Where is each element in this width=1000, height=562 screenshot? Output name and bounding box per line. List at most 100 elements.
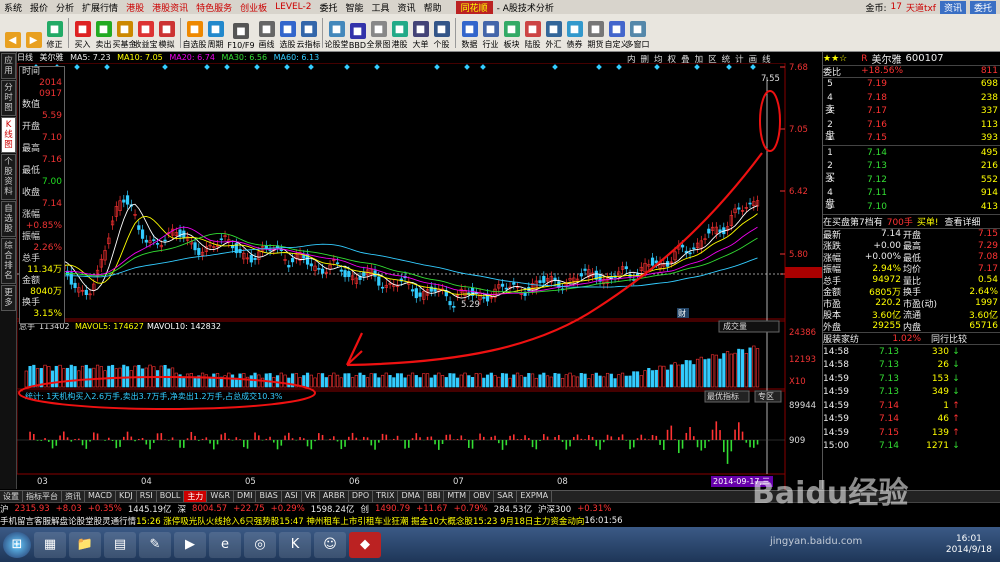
toolbar-button[interactable]: ■ 模拟	[156, 15, 177, 51]
chart-tool-tab[interactable]: 均	[654, 53, 663, 65]
event-marker-icon[interactable]	[254, 64, 260, 70]
indicator-tab[interactable]: DMI	[234, 491, 257, 502]
news-ticker-item[interactable]: 15:26 涨停吸光队火线抢入6只强势股	[136, 515, 279, 527]
toolbar-button[interactable]: ■ 卖出	[93, 15, 114, 51]
industry-name[interactable]: 服装家纺	[823, 332, 883, 345]
chart-tool-tab[interactable]: 区	[708, 53, 717, 65]
toolbar-button[interactable]: ■ BBD	[347, 15, 368, 51]
news-ticker-item[interactable]: 15:47 神州租车上市引租车业狂潮 掘金10大概念股	[279, 515, 473, 527]
toolbar-button[interactable]: ■ F10/F9	[226, 15, 256, 51]
news-ticker-item[interactable]: 客服	[34, 515, 51, 527]
toolbar-button[interactable]: ■ 周期	[205, 15, 226, 51]
event-marker-icon[interactable]	[204, 64, 210, 70]
chart-tool-tab[interactable]: 权	[668, 53, 677, 65]
left-tab[interactable]: K线图	[1, 117, 16, 153]
tonghuashun-icon[interactable]: ◆	[349, 531, 381, 558]
indicator-tab[interactable]: BOLL	[157, 491, 185, 502]
buy-price[interactable]: 7.12	[837, 175, 887, 185]
menu-item-red[interactable]: 创业板	[236, 1, 271, 14]
toolbar-button[interactable]: ■ 修正	[44, 15, 65, 51]
toolbar-button[interactable]: ■ 期货	[585, 15, 606, 51]
menu-item-red[interactable]: 特色服务	[192, 1, 236, 14]
toolbar-button[interactable]: ■ 论股堂	[325, 15, 349, 51]
menu-item-red[interactable]: LEVEL-2	[271, 2, 315, 12]
chart-tool-tab[interactable]: 统	[722, 53, 731, 65]
industry-compare-button[interactable]: 同行比较	[931, 332, 967, 345]
left-tab[interactable]: 分时图	[1, 80, 16, 116]
event-marker-icon[interactable]	[162, 64, 168, 70]
indicator-tab[interactable]: RSI	[137, 491, 157, 502]
sell-price[interactable]: 7.15	[837, 133, 887, 143]
buy-price[interactable]: 7.13	[837, 161, 887, 171]
chart-tool-tab[interactable]: 内	[627, 53, 636, 65]
news-ticker-item[interactable]: 股灵通	[94, 515, 120, 527]
chart-tool-tab[interactable]: 计	[735, 53, 744, 65]
menu-item[interactable]: 系统	[0, 1, 26, 14]
event-marker-icon[interactable]	[596, 64, 602, 70]
browser-icon[interactable]: e	[209, 531, 241, 558]
event-marker-icon[interactable]	[654, 64, 660, 70]
indicator-tab[interactable]: SAR	[494, 491, 518, 502]
toolbar-button[interactable]: ■ 外汇	[543, 15, 564, 51]
event-marker-icon[interactable]	[750, 64, 756, 70]
news-ticker-item[interactable]: 留言	[17, 515, 34, 527]
menu-item-red[interactable]: 港股资讯	[148, 1, 192, 14]
left-tab[interactable]: 综合排名	[1, 238, 16, 284]
user-name[interactable]: 天道txf	[906, 1, 936, 14]
event-marker-icon[interactable]	[374, 64, 380, 70]
event-marker-icon[interactable]	[344, 64, 350, 70]
toolbar-button[interactable]: ■ 个股	[431, 15, 452, 51]
left-tab[interactable]: 更多	[1, 285, 16, 311]
news-ticker-item[interactable]: 15:23 9月18日主力资金动向	[473, 515, 584, 527]
event-marker-icon[interactable]	[434, 64, 440, 70]
chart-tool-tab[interactable]: 加	[695, 53, 704, 65]
indicator-tab[interactable]: TRIX	[373, 491, 399, 502]
buy-order-link[interactable]: 买单!	[917, 215, 939, 228]
toolbar-button[interactable]: ■ 陆股	[522, 15, 543, 51]
toolbar-button[interactable]: ■ 多窗口	[626, 15, 650, 51]
indicator-tab[interactable]: 主力	[184, 491, 208, 502]
indicator-tab[interactable]: W&R	[207, 491, 235, 502]
toolbar-button[interactable]: ■ 画线	[256, 15, 277, 51]
toolbar-button[interactable]: ■ 自选股	[183, 15, 207, 51]
forward-button[interactable]: ▶	[23, 15, 44, 51]
menu-item[interactable]: 扩展行情	[78, 1, 122, 14]
news-ticker-item[interactable]: 论股堂	[68, 515, 94, 527]
buy-price[interactable]: 7.14	[837, 148, 887, 158]
toolbar-button[interactable]: ■ 板块	[501, 15, 522, 51]
toolbar-button[interactable]: ■ 自定义	[605, 15, 629, 51]
sell-price[interactable]: 7.19	[837, 79, 887, 89]
indicator-tab[interactable]: MACD	[85, 491, 116, 502]
indicator-tab[interactable]: 资讯	[62, 491, 85, 502]
left-tab[interactable]: 自选股	[1, 201, 16, 237]
kline-chart[interactable]: 7.687.056.425.805.597.555.29财总手113402MAV…	[17, 63, 822, 490]
left-tab[interactable]: 个股资料	[1, 154, 16, 200]
menu-item[interactable]: 委托	[316, 1, 342, 14]
indicator-tab[interactable]: DPO	[349, 491, 374, 502]
sell-price[interactable]: 7.16	[837, 120, 887, 130]
toolbar-button[interactable]: ■ 债券	[564, 15, 585, 51]
avatar-app-icon[interactable]: ☺	[314, 531, 346, 558]
folder-icon[interactable]: 📁	[69, 531, 101, 558]
toolbar-button[interactable]: ■ 数据	[459, 15, 480, 51]
event-marker-icon[interactable]	[104, 64, 110, 70]
indicator-tab[interactable]: EXPMA	[517, 491, 553, 502]
event-marker-icon[interactable]	[308, 64, 314, 70]
system-clock[interactable]: 16:01 2014/9/18	[946, 534, 1000, 556]
network-icon[interactable]: ◎	[244, 531, 276, 558]
chart-period-label[interactable]: 日线	[17, 53, 33, 62]
toolbar-button[interactable]: ■ 行业	[480, 15, 501, 51]
calculator-icon[interactable]: ▤	[104, 531, 136, 558]
event-marker-icon[interactable]	[74, 64, 80, 70]
toolbar-button[interactable]: ■ 买基金	[113, 15, 137, 51]
toolbar-button[interactable]: ■ 港股	[389, 15, 410, 51]
paint-icon[interactable]: ✎	[139, 531, 171, 558]
event-marker-icon[interactable]	[616, 64, 622, 70]
menu-item[interactable]: 工具	[368, 1, 394, 14]
menu-item[interactable]: 资讯	[394, 1, 420, 14]
news-ticker-item[interactable]: 16:01:56	[584, 516, 622, 526]
toolbar-button[interactable]: ■ 收益宝	[134, 15, 158, 51]
chart-tool-tab[interactable]: 叠	[681, 53, 690, 65]
view-detail-link[interactable]: 查看详细	[945, 215, 981, 228]
media-player-icon[interactable]: ▶	[174, 531, 206, 558]
